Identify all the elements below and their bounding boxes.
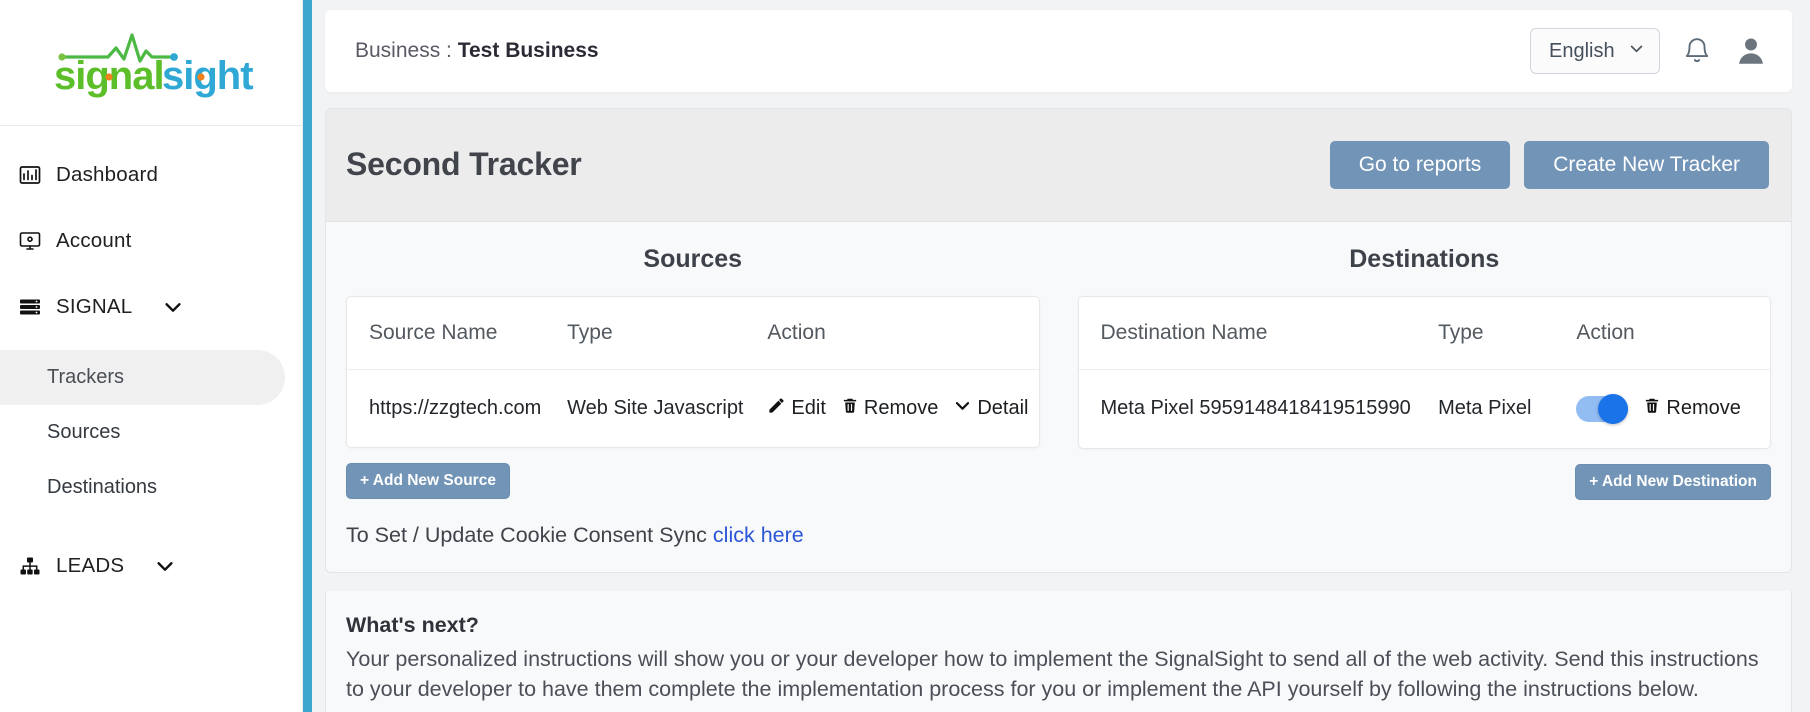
sidebar-item-sources[interactable]: Sources — [0, 405, 302, 460]
sources-column: Sources Source Name Type Action https://… — [346, 242, 1040, 548]
column-header-action: Action — [767, 296, 1039, 370]
destinations-table-head: Destination Name Type Action — [1078, 296, 1770, 370]
cookie-consent-text: To Set / Update Cookie Consent Sync — [346, 522, 707, 547]
signalsight-logo-icon: signal sight — [54, 32, 254, 98]
pencil-icon — [767, 396, 786, 421]
app-root: signal sight Dashboard Account SIGNAL Tr… — [0, 0, 1810, 712]
go-to-reports-button[interactable]: Go to reports — [1329, 140, 1511, 189]
server-icon — [17, 295, 42, 320]
sidebar-item-account[interactable]: Account — [0, 218, 302, 264]
table-header-row: Source Name Type Action — [347, 296, 1039, 370]
tracker-card-body: Sources Source Name Type Action https://… — [326, 222, 1791, 572]
add-new-destination-button[interactable]: + Add New Destination — [1575, 463, 1771, 500]
sources-destinations-columns: Sources Source Name Type Action https://… — [346, 242, 1771, 548]
chevron-down-icon[interactable] — [154, 555, 176, 577]
table-row: https://zzgtech.com Web Site Javascript — [347, 369, 1039, 447]
source-name-cell: https://zzgtech.com — [369, 396, 542, 419]
sidebar-item-destinations[interactable]: Destinations — [0, 460, 302, 515]
source-action-cell: Edit Remove Detail — [767, 369, 1038, 447]
destinations-footer: + Add New Destination — [1078, 463, 1771, 500]
column-header-source-name: Source Name — [347, 296, 568, 370]
page-title: Second Tracker — [346, 146, 582, 183]
sitemap-icon — [17, 554, 42, 579]
sidebar-accent-stripe — [303, 0, 312, 712]
topbar: Business : Test Business English — [325, 10, 1792, 92]
sidebar-subitem-label: Destinations — [47, 476, 158, 498]
destination-action-cell: Remove — [1576, 369, 1770, 448]
column-header-destination-name: Destination Name — [1078, 296, 1439, 370]
destination-type-cell: Meta Pixel — [1438, 397, 1532, 420]
remove-label: Remove — [863, 396, 939, 419]
add-new-source-button[interactable]: + Add New Source — [346, 462, 510, 499]
sources-heading: Sources — [643, 244, 743, 273]
cookie-consent-row: To Set / Update Cookie Consent Sync clic… — [346, 523, 1040, 548]
destination-name-cell: Meta Pixel 5959148418419515990 — [1100, 397, 1411, 420]
edit-source-button[interactable]: Edit — [767, 396, 826, 421]
monitor-user-icon — [17, 229, 42, 254]
sidebar-group-signal[interactable]: SIGNAL — [0, 284, 302, 330]
business-breadcrumb: Business : Test Business — [355, 39, 599, 63]
sidebar-nav: Dashboard Account SIGNAL Trackers Source… — [0, 126, 302, 589]
column-header-type: Type — [1438, 296, 1577, 370]
destination-row-actions: Remove — [1576, 393, 1760, 424]
sidebar-group-label: SIGNAL — [56, 295, 133, 318]
language-select-wrapper: English — [1530, 28, 1660, 74]
tracker-card: Second Tracker Go to reports Create New … — [325, 108, 1792, 573]
whats-next-title: What's next? — [346, 612, 479, 637]
destinations-table: Destination Name Type Action Meta Pixel … — [1078, 296, 1771, 448]
whats-next-section: What's next? Your personalized instructi… — [325, 590, 1792, 712]
sidebar-subitem-label: Trackers — [47, 366, 125, 388]
destinations-column: Destinations Destination Name Type Actio… — [1077, 242, 1771, 500]
trash-icon — [841, 396, 859, 421]
chevron-down-icon — [953, 396, 972, 421]
remove-destination-button[interactable]: Remove — [1643, 396, 1741, 421]
whats-next-body: Your personalized instructions will show… — [346, 646, 1759, 702]
sidebar-item-dashboard[interactable]: Dashboard — [0, 152, 302, 198]
trash-icon — [1643, 396, 1661, 421]
detail-label: Detail — [977, 396, 1029, 419]
source-type-cell: Web Site Javascript — [567, 396, 744, 419]
sources-table: Source Name Type Action https://zzgtech.… — [347, 296, 1039, 447]
sources-table-body: https://zzgtech.com Web Site Javascript — [347, 369, 1039, 447]
language-select[interactable]: English — [1530, 28, 1660, 74]
column-header-action: Action — [1576, 296, 1770, 370]
destinations-heading: Destinations — [1349, 244, 1500, 273]
main-content: Business : Test Business English Second … — [303, 0, 1810, 712]
sidebar-item-label: Dashboard — [56, 163, 159, 186]
sidebar-group-label: LEADS — [56, 554, 125, 577]
destinations-table-card: Destination Name Type Action Meta Pixel … — [1077, 295, 1771, 449]
edit-label: Edit — [791, 396, 826, 419]
create-new-tracker-button[interactable]: Create New Tracker — [1524, 140, 1769, 189]
table-header-row: Destination Name Type Action — [1078, 296, 1770, 370]
sidebar-item-trackers[interactable]: Trackers — [0, 350, 285, 405]
svg-text:sight: sight — [162, 54, 253, 98]
topbar-actions: English — [1530, 28, 1768, 74]
sidebar-subitem-label: Sources — [47, 421, 121, 443]
destination-enabled-toggle[interactable] — [1576, 393, 1629, 424]
detail-source-button[interactable]: Detail — [953, 396, 1029, 421]
user-avatar-icon[interactable] — [1734, 34, 1768, 68]
tracker-header-actions: Go to reports Create New Tracker — [1329, 140, 1769, 189]
cookie-consent-link[interactable]: click here — [713, 523, 804, 547]
remove-source-button[interactable]: Remove — [841, 396, 938, 421]
sidebar-item-label: Account — [56, 229, 132, 252]
brand-logo[interactable]: signal sight — [0, 0, 302, 126]
notification-bell-icon[interactable] — [1682, 36, 1712, 66]
sources-footer: + Add New Source — [346, 462, 1040, 499]
sidebar-group-leads[interactable]: LEADS — [0, 543, 302, 589]
toggle-knob — [1598, 393, 1629, 424]
business-name: Test Business — [457, 39, 599, 62]
remove-label: Remove — [1666, 397, 1741, 420]
destinations-table-body: Meta Pixel 5959148418419515990 Meta Pixe… — [1079, 369, 1771, 448]
chevron-down-icon[interactable] — [162, 296, 184, 318]
tracker-card-header: Second Tracker Go to reports Create New … — [326, 109, 1791, 222]
sidebar: signal sight Dashboard Account SIGNAL Tr… — [0, 0, 303, 712]
source-row-actions: Edit Remove Detail — [767, 396, 1029, 421]
table-row: Meta Pixel 5959148418419515990 Meta Pixe… — [1079, 369, 1771, 448]
sources-table-head: Source Name Type Action — [347, 296, 1039, 370]
business-label: Business : — [355, 39, 452, 62]
sources-table-card: Source Name Type Action https://zzgtech.… — [346, 295, 1040, 448]
chart-bar-icon — [17, 163, 42, 188]
column-header-type: Type — [567, 296, 768, 370]
